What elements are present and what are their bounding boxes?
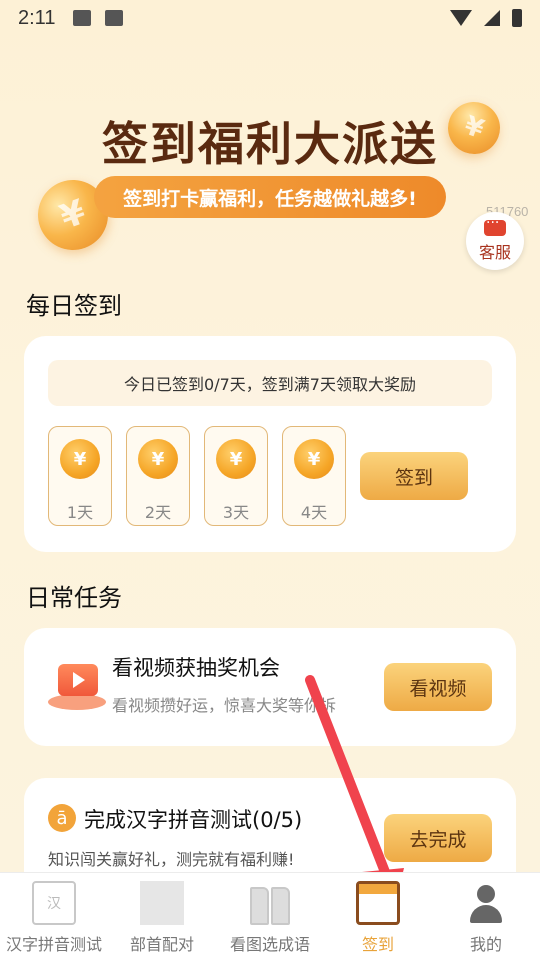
customer-service-label: 客服 (478, 242, 511, 262)
tab-checkin[interactable]: 签到 (324, 873, 432, 960)
user-icon (464, 881, 508, 925)
tab-pinyin-test[interactable]: 汉 汉字拼音测试 (0, 873, 108, 960)
tab-label: 签到 (361, 935, 394, 954)
chat-icon (484, 215, 506, 236)
status-bar: 2:11 (0, 0, 540, 36)
checkin-progress-tip: 今日已签到0/7天，签到满7天领取大奖励 (48, 360, 492, 406)
checkin-day: ¥ 3天 (204, 426, 268, 526)
yen-coin-icon: ¥ (138, 439, 178, 479)
checkin-day: ¥ 4天 (282, 426, 346, 526)
checkin-button[interactable]: 签到 (360, 452, 468, 500)
status-time: 2:11 (18, 6, 56, 29)
daily-tasks-title: 日常任务 (26, 584, 122, 612)
task-title: 完成汉字拼音测试(0/5) (84, 808, 303, 832)
yen-coin-icon: ¥ (60, 439, 100, 479)
wifi-icon (450, 10, 472, 26)
day-label: 2天 (144, 503, 172, 522)
go-complete-button[interactable]: 去完成 (384, 814, 492, 862)
day-label: 1天 (66, 503, 94, 522)
tab-radical-match[interactable]: 部首配对 (108, 873, 216, 960)
tab-label: 汉字拼音测试 (5, 935, 102, 954)
pinyin-icon: ā (48, 804, 76, 832)
yen-coin-icon: ¥ (216, 439, 256, 479)
checkin-days-list[interactable]: ¥ 1天 ¥ 2天 ¥ 3天 ¥ 4天 (48, 426, 366, 528)
tab-label: 我的 (469, 935, 502, 954)
promo-banner: 签到打卡赢福利，任务越做礼越多! (94, 176, 446, 218)
tv-icon (48, 660, 106, 712)
battery-icon (512, 9, 522, 27)
hanzi-icon: 汉 (32, 881, 76, 925)
tab-label: 看图选成语 (229, 935, 310, 954)
daily-checkin-title: 每日签到 (26, 292, 122, 320)
task-desc: 知识闯关赢好礼，测完就有福利赚! (48, 850, 295, 869)
status-right (450, 9, 522, 27)
yen-coin-icon: ¥ (294, 439, 334, 479)
book-icon (248, 881, 292, 925)
gallery-icon (73, 10, 92, 26)
checkin-day: ¥ 1天 (48, 426, 112, 526)
checkin-card: 今日已签到0/7天，签到满7天领取大奖励 ¥ 1天 ¥ 2天 ¥ 3天 ¥ 4天… (24, 336, 516, 552)
tab-profile[interactable]: 我的 (432, 873, 540, 960)
checkin-icon (356, 881, 400, 925)
radical-icon (140, 881, 184, 925)
day-label: 3天 (222, 503, 250, 522)
font-icon (105, 10, 124, 26)
tab-picture-idiom[interactable]: 看图选成语 (216, 873, 324, 960)
coin-icon: ¥ (440, 94, 508, 162)
task-desc: 看视频攒好运，惊喜大奖等你拆 (112, 696, 337, 715)
watch-video-button[interactable]: 看视频 (384, 663, 492, 711)
bottom-tab-bar: 汉 汉字拼音测试 部首配对 看图选成语 签到 我的 (0, 872, 540, 960)
tab-label: 部首配对 (129, 935, 194, 954)
page-title: 签到福利大派送 (102, 117, 438, 171)
task-card-video: 看视频获抽奖机会 看视频攒好运，惊喜大奖等你拆 看视频 (24, 628, 516, 746)
task-title: 看视频获抽奖机会 (112, 656, 280, 680)
checkin-day: ¥ 2天 (126, 426, 190, 526)
customer-service-button[interactable]: 客服 (466, 212, 524, 270)
day-label: 4天 (300, 503, 328, 522)
signal-icon (484, 10, 500, 26)
